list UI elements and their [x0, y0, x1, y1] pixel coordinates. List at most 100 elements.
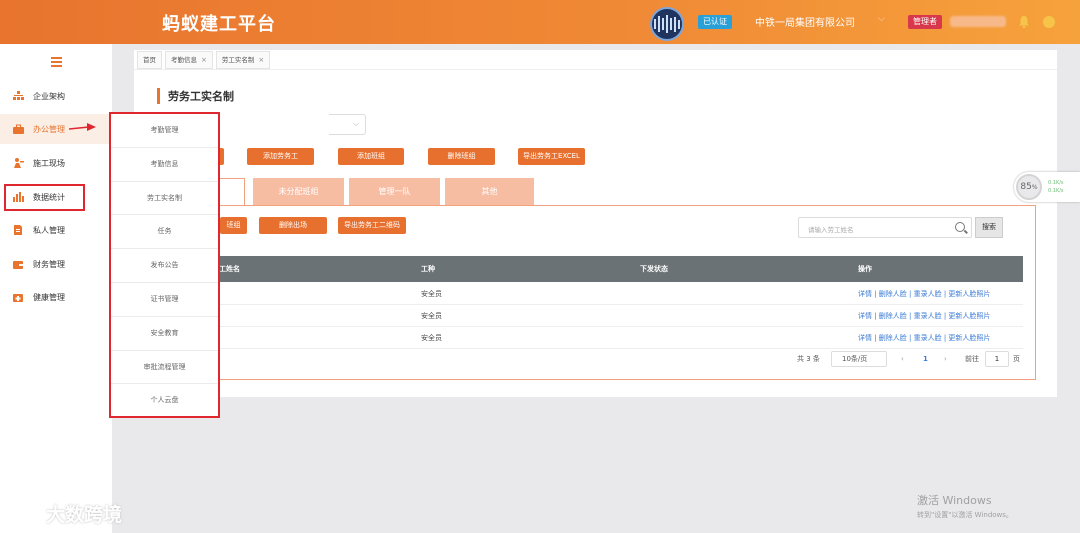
- submenu-item[interactable]: 安全教育: [111, 317, 218, 351]
- sidebar-item-label: 施工现场: [33, 158, 65, 168]
- sidebar-item-org[interactable]: 企业架构: [0, 81, 112, 111]
- add-team-button[interactable]: 添加班组: [338, 148, 404, 165]
- submenu-item[interactable]: 考勤信息: [111, 148, 218, 182]
- delete-team-button[interactable]: 删除班组: [428, 148, 495, 165]
- watermark: 大数跨境: [10, 500, 122, 527]
- download-speed: 0.1K/s: [1048, 188, 1064, 194]
- menu-toggle-icon[interactable]: [51, 57, 62, 69]
- prev-page-icon[interactable]: ‹: [901, 351, 904, 367]
- sidebar-item-site[interactable]: 施工现场: [0, 148, 112, 178]
- submenu-item[interactable]: 个人云盘: [111, 384, 218, 418]
- submenu-item[interactable]: 发布公告: [111, 249, 218, 283]
- sidebar-item-finance[interactable]: 财务管理: [0, 249, 112, 279]
- tab-active-team[interactable]: [219, 178, 245, 206]
- network-speed: 0.1K/s 0.1K/s: [1048, 179, 1064, 195]
- windows-activation: 激活 Windows 转到"设置"以激活 Windows。: [917, 492, 1013, 520]
- tab-label: 考勤信息: [171, 56, 197, 64]
- column-status: 下发状态: [640, 265, 668, 273]
- gauge-unit: %: [1031, 184, 1038, 191]
- tab-team-1[interactable]: 管理一队: [349, 178, 440, 205]
- upload-speed: 0.1K/s: [1048, 180, 1064, 186]
- add-worker-button[interactable]: 添加劳务工: [247, 148, 314, 165]
- arrow-right-icon: [69, 123, 96, 131]
- verified-badge: 已认证: [698, 15, 732, 29]
- document-icon: [13, 225, 24, 235]
- submenu-item[interactable]: 考勤管理: [111, 114, 218, 148]
- goto-label: 前往: [965, 355, 979, 363]
- org-chart-icon: [13, 91, 24, 101]
- top-header: 蚂蚁建工平台 已认证 中铁一局集团有限公司 ⌵ 管理者: [0, 0, 1080, 44]
- tab-bar: 首页 考勤信息 × 劳工实名制 ×: [134, 50, 1057, 70]
- tab-realname[interactable]: 劳工实名制 ×: [215, 51, 271, 69]
- sidebar-item-label: 企业架构: [33, 91, 65, 101]
- export-excel-button[interactable]: 导出劳务工EXCEL: [518, 148, 585, 165]
- row-actions[interactable]: 详情 | 删除人脸 | 重录人脸 | 更新人脸照片: [858, 283, 990, 305]
- watermark-logo-icon: [11, 503, 41, 525]
- tab-other[interactable]: 其他: [445, 178, 534, 205]
- total-count: 共 3 条: [797, 355, 820, 363]
- submenu-item[interactable]: 劳工实名制: [111, 182, 218, 216]
- gauge-value: 85: [1020, 182, 1032, 192]
- sidebar-item-label: 私人管理: [33, 225, 65, 235]
- cell-trade: 安全员: [421, 312, 442, 320]
- search-button[interactable]: 搜索: [975, 217, 1003, 238]
- sidebar-item-health[interactable]: 健康管理: [0, 282, 112, 312]
- current-page[interactable]: 1: [923, 351, 928, 367]
- bell-icon[interactable]: [1018, 15, 1030, 28]
- goto-page-input[interactable]: 1: [985, 351, 1009, 367]
- submenu-item[interactable]: 审批流程管理: [111, 351, 218, 385]
- page-size-select[interactable]: 10条/页: [831, 351, 887, 367]
- page-title: 劳务工实名制: [157, 88, 234, 104]
- chevron-down-icon[interactable]: ⌵: [878, 14, 885, 24]
- table-row: 光 安全员 详情 | 删除人脸 | 重录人脸 | 更新人脸照片: [213, 327, 1023, 349]
- company-logo-icon: [650, 7, 684, 41]
- sidebar-item-label: 财务管理: [33, 259, 65, 269]
- column-actions: 操作: [858, 265, 872, 273]
- role-badge: 管理者: [908, 15, 942, 29]
- row-actions[interactable]: 详情 | 删除人脸 | 重录人脸 | 更新人脸照片: [858, 305, 990, 327]
- submenu-item[interactable]: 任务: [111, 215, 218, 250]
- gauge-circle: 85%: [1016, 174, 1042, 200]
- submenu-item[interactable]: 证书管理: [111, 283, 218, 317]
- search-placeholder: 请输入劳工姓名: [808, 226, 854, 234]
- page-unit: 页: [1013, 355, 1020, 363]
- cell-trade: 安全员: [421, 334, 442, 342]
- export-qrcode-button[interactable]: 导出劳务工二维码: [338, 217, 406, 234]
- table-header: 工姓名 工种 下发状态 操作: [213, 256, 1023, 282]
- activation-title: 激活 Windows: [917, 494, 992, 507]
- delete-exit-button[interactable]: 删除出场: [259, 217, 327, 234]
- username[interactable]: [950, 16, 1006, 27]
- wallet-icon: [13, 259, 24, 269]
- content-panel: 首页 考勤信息 × 劳工实名制 × 劳务工实名制 ⌵ 添加劳务工 添加班组 删除班组…: [134, 50, 1057, 397]
- app-title: 蚂蚁建工平台: [162, 14, 276, 35]
- tab-label: 劳工实名制: [221, 56, 255, 64]
- tab-attendance[interactable]: 考勤信息 ×: [165, 51, 213, 69]
- row-actions[interactable]: 详情 | 删除人脸 | 重录人脸 | 更新人脸照片: [858, 327, 990, 349]
- sidebar-item-label: 办公管理: [33, 124, 65, 134]
- sidebar-item-private[interactable]: 私人管理: [0, 215, 112, 245]
- memory-gauge[interactable]: 85% 0.1K/s 0.1K/s: [1014, 172, 1080, 202]
- activation-hint: 转到"设置"以激活 Windows。: [917, 511, 1013, 519]
- tab-unassigned[interactable]: 未分配班组: [253, 178, 344, 205]
- chevron-down-icon: ⌵: [352, 119, 359, 128]
- user-avatar[interactable]: [1043, 16, 1055, 28]
- company-name[interactable]: 中铁一局集团有限公司: [755, 14, 855, 29]
- cell-trade: 安全员: [421, 290, 442, 298]
- table-row: 安全员 详情 | 删除人脸 | 重录人脸 | 更新人脸照片: [213, 305, 1023, 327]
- sidebar-item-label: 健康管理: [33, 292, 65, 302]
- next-page-icon[interactable]: ›: [944, 351, 947, 367]
- office-submenu: 考勤管理 考勤信息 劳工实名制 任务 发布公告 证书管理 安全教育 审批流程管理…: [109, 112, 220, 418]
- close-icon[interactable]: ×: [258, 52, 264, 68]
- table-row: 高 安全员 详情 | 删除人脸 | 重录人脸 | 更新人脸照片: [213, 283, 1023, 305]
- search-input[interactable]: 请输入劳工姓名: [798, 217, 972, 238]
- team-button[interactable]: 班组: [220, 217, 247, 234]
- tab-home[interactable]: 首页: [137, 51, 162, 69]
- column-name: 工姓名: [219, 265, 240, 273]
- project-select[interactable]: ⌵: [329, 114, 366, 135]
- medical-kit-icon: [13, 292, 24, 302]
- watermark-text: 大数跨境: [46, 504, 123, 526]
- sidebar: 企业架构 办公管理 施工现场 数据统计 私人管理 财务管理 健康管理: [0, 44, 112, 533]
- briefcase-icon: [13, 124, 24, 134]
- close-icon[interactable]: ×: [201, 52, 207, 68]
- search-icon[interactable]: [955, 222, 965, 232]
